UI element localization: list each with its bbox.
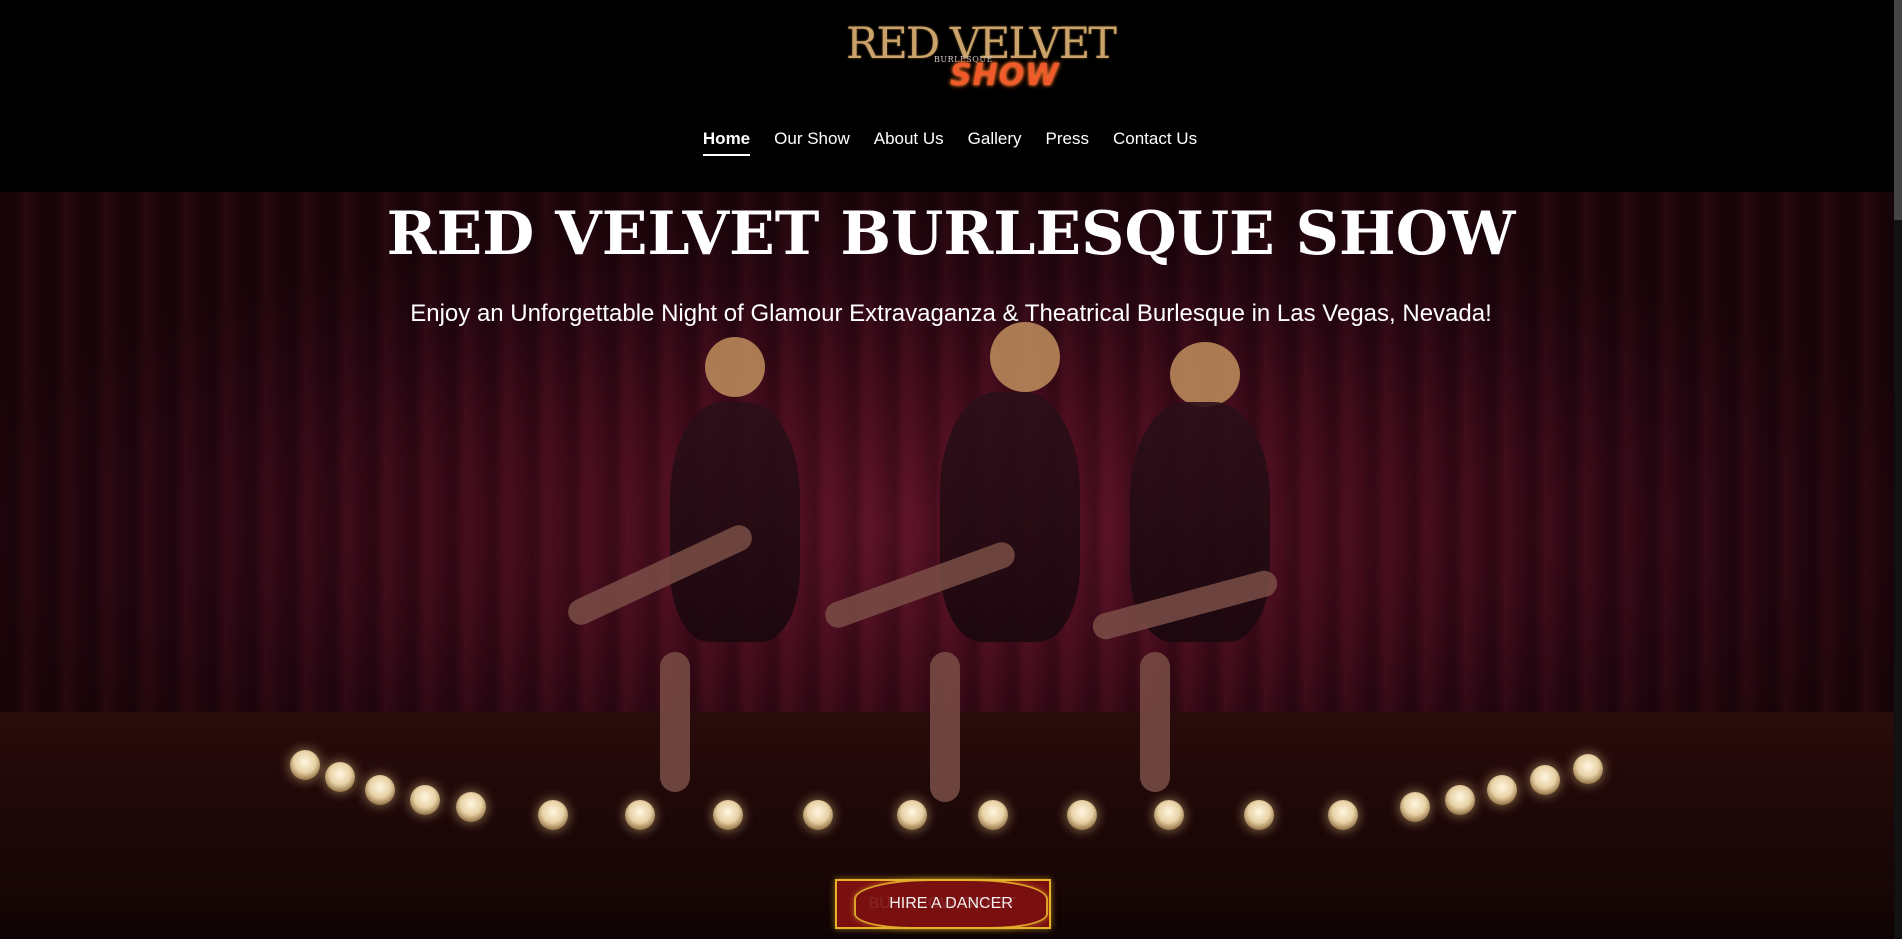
- scrollbar-thumb[interactable]: [1894, 0, 1902, 220]
- hero-title: RED VELVET BURLESQUE SHOW: [386, 199, 1516, 269]
- dancer-leg: [660, 652, 690, 792]
- nav-item-press[interactable]: Press: [1034, 127, 1101, 151]
- nav-item-contact-us[interactable]: Contact Us: [1101, 127, 1209, 151]
- main-nav: Home Our Show About Us Gallery Press Con…: [0, 127, 1902, 156]
- hero-subtitle: Enjoy an Unforgettable Night of Glamour …: [410, 300, 1492, 327]
- dancer-hair: [1170, 342, 1240, 407]
- dancer-body: [940, 392, 1080, 642]
- site-header: RED VELVET BURLESQUE SHOW Home Our Show …: [0, 0, 1902, 192]
- hero-cta-row: BUY SHOW TICKET HIRE A DANCER: [0, 879, 1902, 929]
- nav-item-about-us[interactable]: About Us: [862, 127, 956, 151]
- dancer-leg: [1140, 652, 1170, 792]
- page-scrollbar[interactable]: [1894, 0, 1902, 939]
- dancer-hair: [705, 337, 765, 397]
- nav-item-home[interactable]: Home: [691, 127, 762, 156]
- dancer-leg: [930, 652, 960, 802]
- hire-a-dancer-button[interactable]: HIRE A DANCER: [854, 879, 1048, 929]
- nav-item-gallery[interactable]: Gallery: [956, 127, 1034, 151]
- site-logo[interactable]: RED VELVET BURLESQUE SHOW: [846, 12, 1117, 94]
- nav-item-our-show[interactable]: Our Show: [762, 127, 862, 151]
- page: RED VELVET BURLESQUE SHOW Home Our Show …: [0, 0, 1902, 939]
- dancer-body: [670, 402, 800, 642]
- dancer-hair: [990, 322, 1060, 392]
- logo-text-show: SHOW: [950, 58, 1060, 93]
